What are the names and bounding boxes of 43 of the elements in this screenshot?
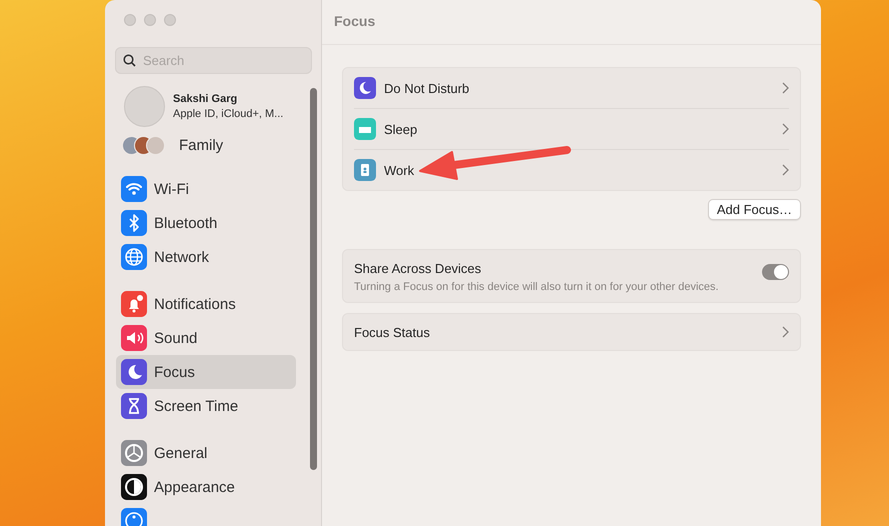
family-item[interactable]: Family bbox=[122, 136, 321, 155]
sidebar-item[interactable]: Sound bbox=[116, 321, 296, 355]
zoom-button[interactable] bbox=[164, 14, 176, 26]
close-button[interactable] bbox=[124, 14, 136, 26]
family-avatars-icon bbox=[122, 136, 165, 155]
moon-icon bbox=[121, 359, 147, 385]
globe-icon bbox=[121, 244, 147, 270]
sidebar-item[interactable]: Network bbox=[116, 240, 296, 274]
chevron-icon bbox=[782, 164, 789, 176]
add-focus-button[interactable]: Add Focus… bbox=[708, 199, 801, 220]
badge-icon bbox=[354, 159, 376, 181]
scrollbar[interactable] bbox=[310, 88, 317, 470]
share-description: Turning a Focus on for this device will also turn it on for your other devices. bbox=[354, 281, 720, 293]
sidebar-item[interactable]: Bluetooth bbox=[116, 206, 296, 240]
toggle-switch[interactable] bbox=[762, 264, 789, 280]
hourglass-icon bbox=[121, 393, 147, 419]
bell-icon bbox=[121, 291, 147, 317]
sidebar-item[interactable]: Wi-Fi bbox=[116, 172, 296, 206]
focus-status-row[interactable]: Focus Status bbox=[342, 313, 801, 351]
sidebar-item[interactable]: Appearance bbox=[116, 470, 296, 504]
account-detail: Apple ID, iCloud+, M... bbox=[173, 108, 284, 120]
wifi-icon bbox=[121, 176, 147, 202]
contrast-icon bbox=[121, 474, 147, 500]
moon-icon bbox=[354, 77, 376, 99]
bed-icon bbox=[354, 118, 376, 140]
avatar[interactable] bbox=[124, 86, 165, 127]
pane-title: Focus bbox=[322, 0, 821, 45]
account-name: Sakshi Garg bbox=[173, 93, 238, 105]
chevron-icon bbox=[782, 123, 789, 135]
search-icon bbox=[123, 54, 136, 67]
minimize-button[interactable] bbox=[144, 14, 156, 26]
focus-mode-row[interactable]: Do Not Disturb bbox=[354, 68, 789, 109]
sidebar-item[interactable]: Focus bbox=[116, 355, 296, 389]
chevron-icon bbox=[782, 326, 789, 338]
gear-icon bbox=[121, 440, 147, 466]
focus-mode-row[interactable]: Sleep bbox=[354, 109, 789, 150]
sidebar-item[interactable]: Notifications bbox=[116, 287, 296, 321]
sidebar-item[interactable]: General bbox=[116, 436, 296, 470]
speaker-icon bbox=[121, 325, 147, 351]
chevron-icon bbox=[782, 82, 789, 94]
share-title: Share Across Devices bbox=[354, 261, 482, 276]
sidebar-item[interactable]: Screen Time bbox=[116, 389, 296, 423]
bluetooth-icon bbox=[121, 210, 147, 236]
